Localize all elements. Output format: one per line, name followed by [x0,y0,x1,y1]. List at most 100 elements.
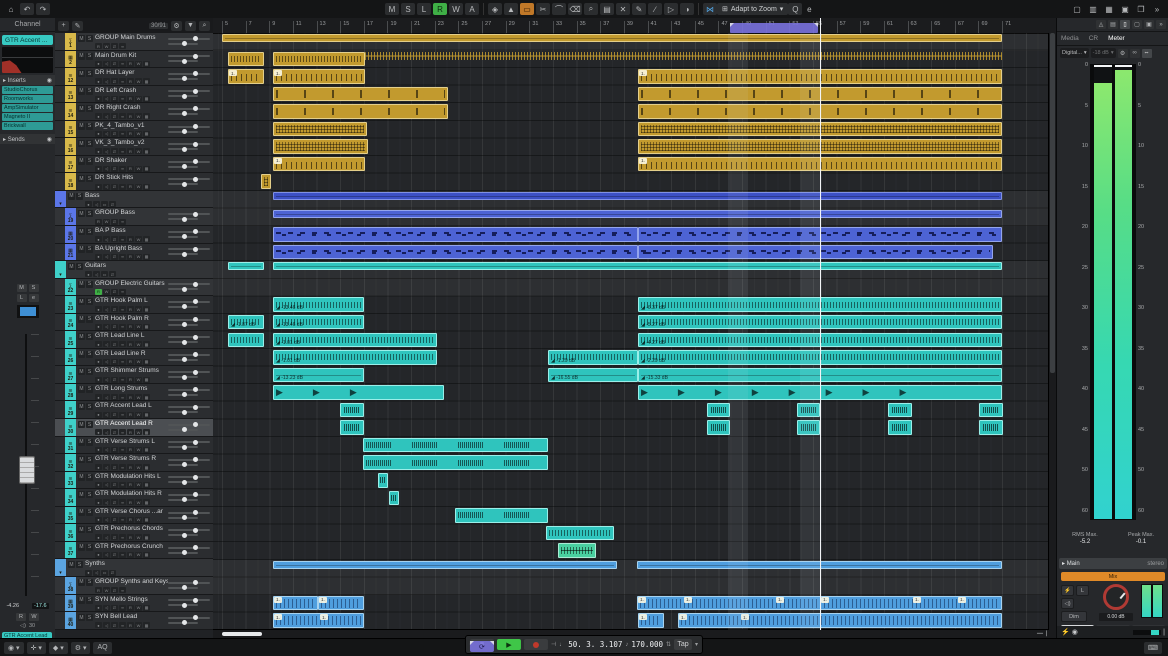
track-row-35[interactable]: ≋35MSGTR Verse Chorus ...ar●◁∅∞RW▦ [55,507,213,525]
track-solo-button[interactable]: S [86,544,93,551]
track-pan-slider[interactable] [168,411,198,413]
lane-0[interactable] [213,33,1056,51]
track-mini-button-W[interactable]: W [135,377,142,383]
track-pan-slider[interactable] [168,341,198,343]
track-pan-slider[interactable] [168,394,198,396]
track-pan-slider[interactable] [168,95,198,97]
track-volume-slider[interactable] [168,301,210,303]
track-mini-button-●[interactable]: ● [85,201,92,207]
track-mini-button-∅[interactable]: ∅ [111,394,118,400]
track-mini-button-∅[interactable]: ∅ [109,570,116,576]
track-row-23[interactable]: ≋23MSGTR Hook Palm L●◁∅∞RW▦ [55,296,213,314]
track-pan-slider[interactable] [168,587,198,589]
track-row-guitars[interactable]: ▾MSGuitars●◁▭∅ [55,261,213,279]
track-mini-button-◁[interactable]: ◁ [103,605,110,611]
track-mini-button-∞[interactable]: ∞ [119,517,126,523]
preroll-icon[interactable]: ⊣ [551,641,556,648]
comp-tool[interactable]: ▤ [600,3,614,15]
track-volume-slider[interactable] [168,529,210,531]
playhead-cursor[interactable] [820,18,821,630]
track-volume-slider[interactable] [168,582,210,584]
track-solo-button[interactable]: S [86,526,93,533]
pencil-icon[interactable]: ✎ [72,21,83,31]
clip[interactable] [707,403,730,418]
insert-slot-2[interactable]: Roomworks [2,95,53,103]
clip[interactable]: 1. [318,596,364,611]
mute-tool[interactable]: ✕ [616,3,630,15]
track-solo-button[interactable]: S [86,228,93,235]
track-color-chip[interactable]: ≋14 [65,103,76,120]
track-pan-slider[interactable] [168,324,198,326]
clip[interactable] [363,455,548,470]
track-mini-button-◁[interactable]: ◁ [103,394,110,400]
clip[interactable] [979,403,1003,418]
clip[interactable] [273,192,1002,200]
track-mini-button-∅[interactable]: ∅ [109,201,116,207]
lane-1[interactable] [213,51,1056,69]
track-mute-button[interactable]: M [68,561,75,568]
track-mini-button-●[interactable]: ● [95,499,102,505]
lane-21[interactable] [213,402,1056,420]
track-mini-button-∞[interactable]: ∞ [119,394,126,400]
tab-media[interactable]: Media [1061,35,1079,42]
track-mini-button-●[interactable]: ● [95,534,102,540]
track-pan-slider[interactable] [168,236,198,238]
track-mute-button[interactable]: M [78,526,85,533]
track-mini-button-●[interactable]: ● [95,552,102,558]
track-row-13[interactable]: ≋13MSDR Left Crash●◁∅∞RW▦ [55,86,213,104]
track-mini-button-◁[interactable]: ◁ [103,534,110,540]
track-mini-button-◁[interactable]: ◁ [103,552,110,558]
track-mini-button-∅[interactable]: ∅ [111,131,118,137]
track-volume-slider[interactable] [168,389,210,391]
track-mini-button-W[interactable]: W [135,552,142,558]
track-mini-button-∞[interactable]: ∞ [119,219,126,225]
track-mini-button-◁[interactable]: ◁ [103,464,110,470]
track-mini-button-W[interactable]: W [135,254,142,260]
lane-32[interactable]: 1.1.1.1.1.1.1.1. [213,595,1056,613]
automation-l-button[interactable]: L [417,3,431,15]
right-zone-icon-5[interactable]: » [1156,20,1166,29]
track-mini-button-W[interactable]: W [135,482,142,488]
track-mute-button[interactable]: M [78,105,85,112]
track-solo-button[interactable]: S [86,298,93,305]
track-mini-button-▦[interactable]: ▦ [143,517,150,523]
track-mini-button-◁[interactable]: ◁ [103,236,110,242]
time-sig-dropdown[interactable]: ▾ [695,641,698,648]
track-mini-button-●[interactable]: ● [95,464,102,470]
color-tool[interactable]: ◑ [680,3,694,15]
track-mute-button[interactable]: M [78,298,85,305]
track-mini-button-R[interactable]: R [127,429,134,435]
track-mute-button[interactable]: M [68,263,75,270]
clip[interactable] [558,543,596,558]
track-row-21[interactable]: ▦21MSBA Upright Bass●◁∅∞RW▦ [55,244,213,262]
clip[interactable] [363,438,548,453]
track-mini-button-▦[interactable]: ▦ [143,359,150,365]
track-mini-button-▦[interactable]: ▦ [143,482,150,488]
clip[interactable] [222,34,1002,42]
lane-14[interactable] [213,279,1056,297]
track-mini-button-W[interactable]: W [135,236,142,242]
track-mini-button-∞[interactable]: ∞ [119,587,126,593]
meter-mode-dropdown[interactable]: Digital...▾ [1060,48,1089,58]
clip[interactable] [888,403,912,418]
track-volume-slider[interactable] [168,354,210,356]
track-mini-button-∅[interactable]: ∅ [111,499,118,505]
inserts-section-header[interactable]: ▸ Inserts ◉ [0,75,55,85]
listen-enable-button[interactable]: L [1076,585,1089,596]
track-mini-button-∞[interactable]: ∞ [119,377,126,383]
right-zone-icon-4[interactable]: ▣ [1144,20,1154,29]
track-pan-slider[interactable] [168,218,198,220]
track-solo-button[interactable]: S [86,439,93,446]
lane-16[interactable]: ◢ -1.87 dB◢ -13.46 dB◢ -5.27 dB [213,314,1056,332]
folder-icon[interactable]: ▾ [55,559,66,576]
track-row-12[interactable]: ≋12MSDR Hat Layer●◁∅∞RW▦ [55,68,213,86]
glue-tool[interactable]: ⌒ [552,3,566,15]
lane-7[interactable]: 1.1. [213,156,1056,174]
clip[interactable] [273,210,1002,218]
track-solo-button[interactable]: S [76,561,83,568]
track-mini-button-R[interactable]: R [95,219,102,225]
track-volume-slider[interactable] [168,248,210,250]
track-mini-button-∅[interactable]: ∅ [111,166,118,172]
track-mini-button-∞[interactable]: ∞ [119,236,126,242]
track-mini-button-▦[interactable]: ▦ [143,622,150,628]
